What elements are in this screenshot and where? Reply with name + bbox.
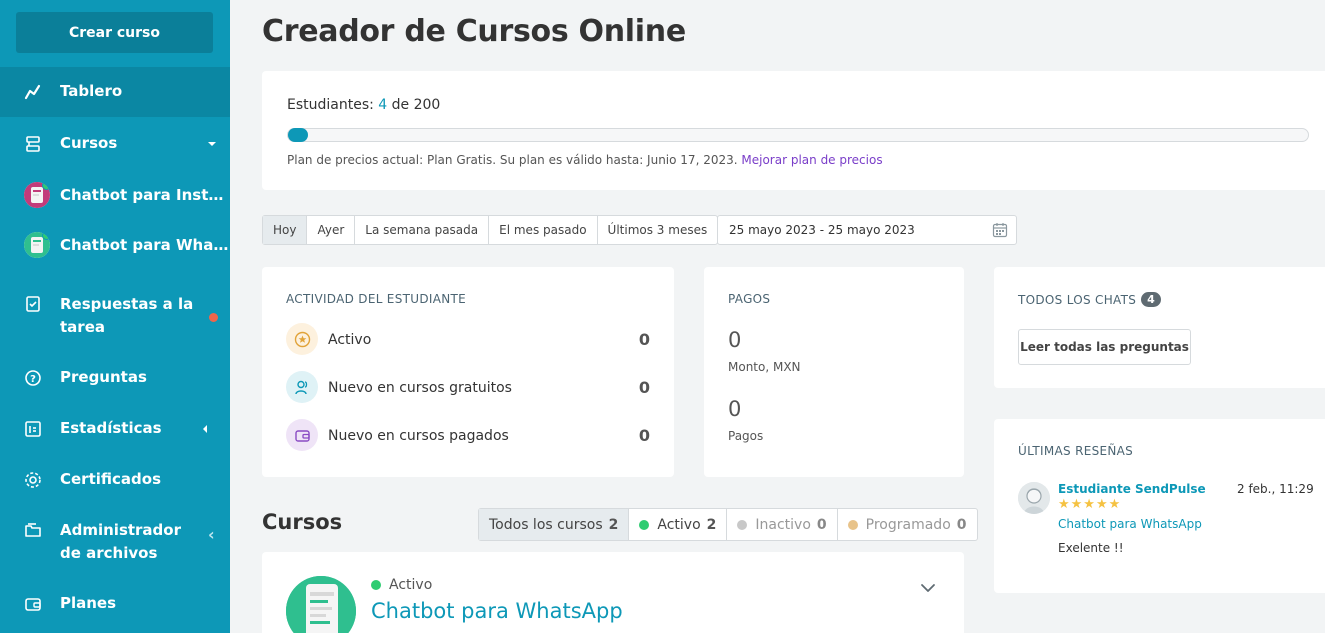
collapse-sidebar-icon[interactable]: ‹ — [208, 525, 215, 544]
sidebar-item-courses[interactable]: Cursos — [0, 119, 230, 169]
date-filter-group: Hoy Ayer La semana pasada El mes pasado … — [262, 215, 719, 245]
filter-last-month[interactable]: El mes pasado — [489, 216, 598, 244]
card-title: ACTIVIDAD DEL ESTUDIANTE — [286, 292, 466, 306]
svg-text:?: ? — [30, 374, 36, 385]
sidebar-item-label: Administrador de archivos — [60, 521, 181, 562]
plan-card: Estudiantes: 4 de 200 Plan de precios ac… — [262, 71, 1325, 190]
status-dot — [371, 580, 381, 590]
avatar — [24, 232, 50, 258]
chevron-down-icon[interactable] — [920, 582, 936, 594]
sidebar-item-chatbot-whatsapp[interactable]: Chatbot para Wha… — [0, 221, 230, 269]
card-title: PAGOS — [728, 292, 771, 306]
students-count: Estudiantes: 4 de 200 — [287, 97, 441, 113]
course-card: Activo Chatbot para WhatsApp — [262, 552, 964, 633]
star-badge-icon — [286, 323, 318, 355]
filter-last-week[interactable]: La semana pasada — [355, 216, 490, 244]
course-filter-scheduled[interactable]: Programado 0 — [838, 509, 977, 540]
sidebar-item-questions[interactable]: ? Preguntas — [0, 354, 230, 402]
filter-today[interactable]: Hoy — [263, 216, 308, 244]
courses-title: Cursos — [262, 510, 343, 534]
courses-icon — [24, 135, 42, 153]
course-filter-active[interactable]: Activo 2 — [629, 509, 728, 540]
course-filter-group: Todos los cursos 2 Activo 2 Inactivo 0 Prog… — [478, 508, 978, 541]
wallet-icon — [286, 419, 318, 451]
sidebar-item-label: Tablero — [60, 82, 123, 100]
status-dot — [639, 519, 650, 530]
payment-amount-label: Monto, MXN — [728, 360, 801, 374]
payment-count-label: Pagos — [728, 429, 764, 443]
review-author: Estudiante SendPulse — [1058, 482, 1206, 496]
card-title: ÚLTIMAS RESEÑAS — [1018, 444, 1134, 458]
sidebar-item-statistics[interactable]: Estadísticas — [0, 405, 230, 453]
activity-row-active: Activo 0 — [286, 323, 650, 357]
latest-reviews-card: ÚLTIMAS RESEÑAS Estudiante SendPulse 2 f… — [994, 419, 1325, 593]
payment-count: 0 — [728, 397, 742, 421]
sidebar-item-plans[interactable]: Planes — [0, 580, 230, 628]
course-status: Activo — [371, 577, 432, 593]
sidebar-item-label: Respuestas a la tarea — [60, 295, 194, 336]
review-course-link[interactable]: Chatbot para WhatsApp — [1058, 517, 1202, 531]
status-dot — [847, 519, 858, 530]
sidebar: Crear curso Tablero Cursos Chatbot para … — [0, 0, 230, 633]
chats-count-badge: 4 — [1141, 292, 1162, 307]
sidebar-item-label: Preguntas — [60, 368, 147, 386]
sidebar-item-label: Chatbot para Inst… — [60, 186, 224, 204]
date-range-picker[interactable]: 25 mayo 2023 - 25 mayo 2023 — [717, 215, 1017, 245]
course-filter-all[interactable]: Todos los cursos 2 — [479, 509, 630, 540]
course-thumbnail — [286, 576, 356, 633]
chevron-left-icon — [203, 425, 207, 433]
sidebar-item-certificates[interactable]: Certificados — [0, 456, 230, 504]
sidebar-item-file-manager[interactable]: Administrador de archivos ‹ — [0, 509, 230, 567]
course-filter-inactive[interactable]: Inactivo 0 — [727, 509, 838, 540]
course-title-link[interactable]: Chatbot para WhatsApp — [371, 599, 623, 623]
sidebar-item-label: Chatbot para Wha… — [60, 236, 229, 254]
read-all-questions-button[interactable]: Leer todas las preguntas — [1018, 329, 1191, 365]
date-range-value: 25 mayo 2023 - 25 mayo 2023 — [729, 223, 915, 237]
all-chats-card: TODOS LOS CHATS 4 Leer todas las pregunta… — [994, 267, 1325, 388]
create-course-button[interactable]: Crear curso — [16, 12, 213, 53]
folder-icon — [24, 521, 42, 539]
students-progress-bar — [287, 128, 1309, 142]
filter-yesterday[interactable]: Ayer — [307, 216, 356, 244]
sidebar-item-dashboard[interactable]: Tablero — [0, 67, 230, 117]
users-icon — [286, 371, 318, 403]
page-title: Creador de Cursos Online — [262, 14, 686, 49]
sidebar-item-label: Planes — [60, 594, 117, 612]
stats-icon — [24, 420, 42, 438]
avatar — [1018, 482, 1050, 514]
activity-row-paid: Nuevo en cursos pagados 0 — [286, 419, 650, 453]
certificate-icon — [24, 471, 42, 489]
sidebar-item-chatbot-instagram[interactable]: Chatbot para Inst… — [0, 171, 230, 219]
activity-row-free: Nuevo en cursos gratuitos 0 — [286, 371, 650, 405]
payment-amount: 0 — [728, 328, 742, 352]
homework-icon — [24, 295, 42, 313]
wallet-icon — [24, 595, 42, 613]
card-title: TODOS LOS CHATS 4 — [1018, 292, 1162, 307]
progress-fill — [288, 128, 308, 142]
sidebar-item-homework[interactable]: Respuestas a la tarea — [0, 283, 230, 343]
review-date: 2 feb., 11:29 — [1237, 482, 1314, 496]
sidebar-item-label: Estadísticas — [60, 419, 162, 437]
status-dot — [737, 519, 748, 530]
question-icon: ? — [24, 369, 42, 387]
avatar — [24, 182, 50, 208]
plan-info: Plan de precios actual: Plan Gratis. Su … — [287, 153, 883, 167]
chevron-down-icon — [208, 142, 216, 146]
review-text: Exelente !! — [1058, 541, 1124, 555]
chart-line-icon — [24, 83, 42, 101]
payments-card: PAGOS 0 Monto, MXN 0 Pagos — [704, 267, 964, 477]
sidebar-item-label: Certificados — [60, 470, 161, 488]
upgrade-plan-link[interactable]: Mejorar plan de precios — [741, 153, 882, 167]
star-rating: ★★★★★ — [1058, 497, 1122, 512]
notification-dot — [209, 313, 218, 322]
calendar-icon — [992, 223, 1008, 238]
student-activity-card: ACTIVIDAD DEL ESTUDIANTE Activo 0 Nuevo … — [262, 267, 674, 477]
sidebar-item-label: Cursos — [60, 134, 118, 152]
filter-last-3-months[interactable]: Últimos 3 meses — [598, 216, 718, 244]
